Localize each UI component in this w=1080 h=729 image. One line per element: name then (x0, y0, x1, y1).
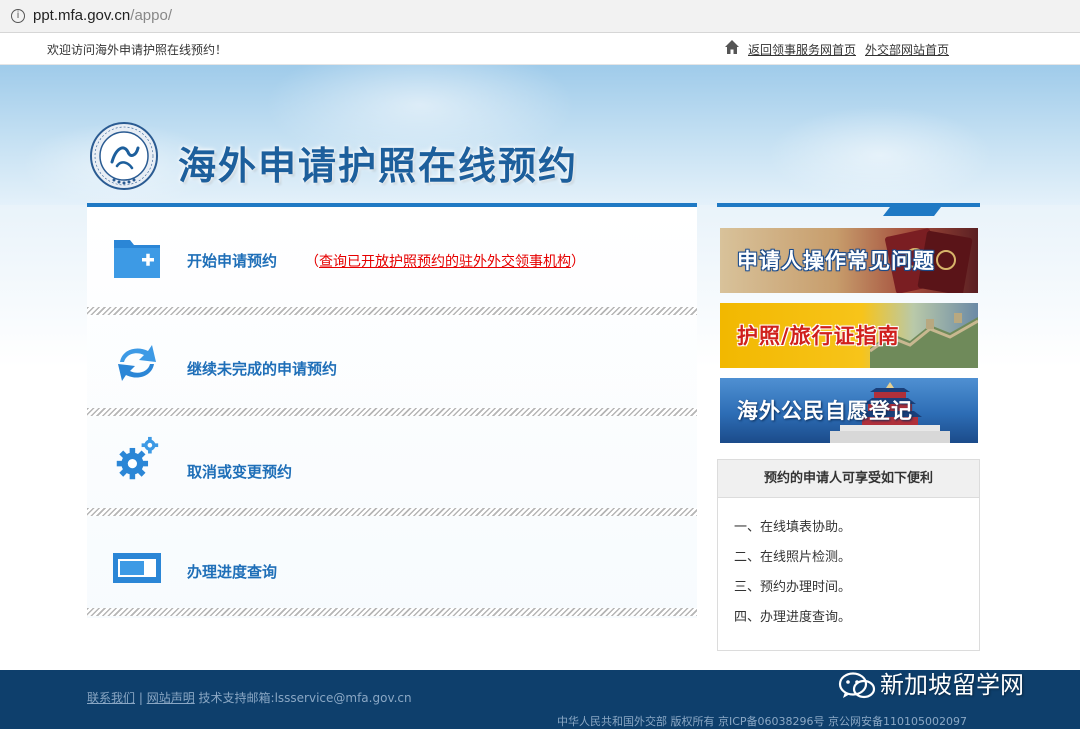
volunteer-registration-banner-text: 海外公民自愿登记 (737, 399, 913, 423)
menu-item-progress-query[interactable]: 办理进度查询 (87, 516, 697, 616)
url-path: /appo/ (130, 7, 172, 24)
gear-icon (116, 436, 159, 480)
footer-links: 联系我们 | 网站声明 技术支持邮箱:lssservice@mfa.gov.cn (87, 691, 412, 705)
benefits-list: 一、在线填表协助。 二、在线照片检测。 三、预约办理时间。 四、办理进度查询。 (718, 498, 979, 636)
passport-guide-banner[interactable]: 护照/旅行证指南 (720, 303, 978, 368)
wechat-icon (838, 672, 876, 699)
divider (87, 408, 697, 416)
benefit-item: 四、办理进度查询。 (734, 610, 852, 625)
menu-body: 开始申请预约 （查询已开放护照预约的驻外外交领事机构） 继续未完成的申请预约 取… (87, 207, 697, 618)
mfa-home-link[interactable]: 外交部网站首页 (865, 41, 949, 58)
progress-icon (113, 553, 161, 583)
benefits-box: 预约的申请人可享受如下便利 一、在线填表协助。 二、在线照片检测。 三、预约办理… (717, 459, 980, 651)
menu-item-start-application[interactable]: 开始申请预约 （查询已开放护照预约的驻外外交领事机构） (87, 207, 697, 307)
benefits-title: 预约的申请人可享受如下便利 (718, 460, 979, 498)
sidebar-top-line (717, 203, 980, 207)
watermark-text: 新加坡留学网 (880, 671, 1024, 699)
support-email-text: 技术支持邮箱:lssservice@mfa.gov.cn (198, 691, 412, 705)
menu-item-continue-application[interactable]: 继续未完成的申请预约 (87, 315, 697, 415)
divider (87, 608, 697, 616)
divider (87, 307, 697, 315)
folder-add-icon (114, 240, 160, 278)
faq-banner-text: 申请人操作常见问题 (737, 249, 935, 273)
open-institutions-link[interactable]: 查询已开放护照预约的驻外外交领事机构 (319, 254, 571, 270)
refresh-icon (118, 345, 156, 381)
menu-label-cancel: 取消或变更预约 (187, 463, 293, 481)
site-statement-link[interactable]: 网站声明 (147, 691, 195, 705)
top-bar: 欢迎访问海外申请护照在线预约！ 返回领事服务网首页 外交部网站首页 (0, 33, 1080, 65)
consular-home-link[interactable]: 返回领事服务网首页 (748, 41, 856, 58)
watermark: 新加坡留学网 (838, 665, 1024, 701)
home-icon (725, 40, 739, 54)
volunteer-registration-banner[interactable]: 海外公民自愿登记 (720, 378, 978, 443)
copyright-text: 中华人民共和国外交部 版权所有 京ICP备06038296号 京公网安备1101… (557, 715, 968, 728)
header-banner: 海外申请护照在线预约 (0, 65, 1080, 205)
faq-banner[interactable]: 申请人操作常见问题 (720, 228, 978, 293)
benefit-item: 二、在线照片检测。 (734, 550, 852, 565)
info-icon[interactable]: i (11, 9, 25, 23)
benefit-item: 三、预约办理时间。 (734, 580, 852, 595)
url-host: ppt.mfa.gov.cn (33, 7, 131, 24)
benefit-item: 一、在线填表协助。 (734, 520, 852, 535)
menu-label-start: 开始申请预约 (187, 252, 278, 270)
main-menu-panel: 开始申请预约 （查询已开放护照预约的驻外外交领事机构） 继续未完成的申请预约 取… (87, 203, 697, 618)
divider (87, 508, 697, 516)
consular-emblem-logo (90, 122, 158, 190)
open-institutions-note[interactable]: （查询已开放护照预约的驻外外交领事机构） (305, 251, 585, 271)
sidebar-tab-accent (883, 207, 941, 216)
browser-url-bar[interactable]: i ppt.mfa.gov.cn/appo/ (0, 0, 1080, 33)
menu-item-cancel-change[interactable]: 取消或变更预约 (87, 416, 697, 516)
welcome-text: 欢迎访问海外申请护照在线预约！ (47, 43, 228, 57)
url-text[interactable]: ppt.mfa.gov.cn/appo/ (33, 7, 172, 24)
page-title: 海外申请护照在线预约 (178, 143, 579, 188)
passport-guide-banner-text: 护照/旅行证指南 (737, 324, 900, 348)
contact-us-link[interactable]: 联系我们 (87, 691, 135, 705)
menu-label-progress: 办理进度查询 (187, 563, 278, 581)
menu-label-continue: 继续未完成的申请预约 (187, 360, 338, 378)
